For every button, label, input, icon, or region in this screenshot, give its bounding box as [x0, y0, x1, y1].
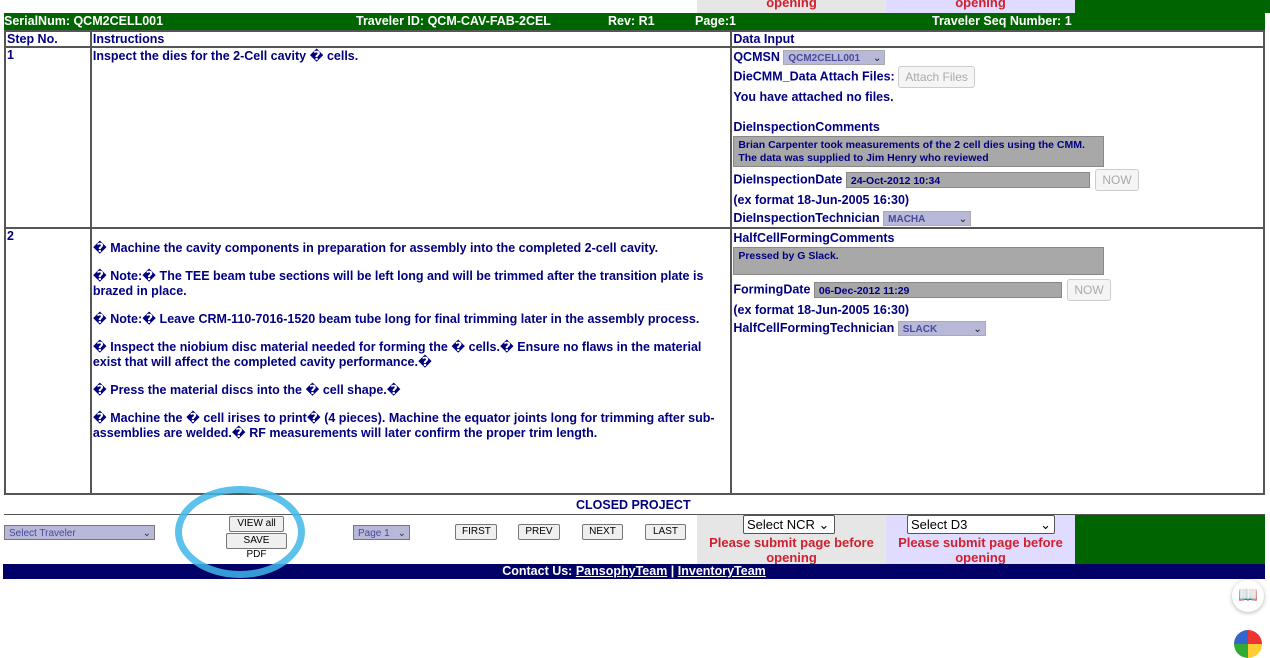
annotation-circle	[175, 486, 305, 578]
instruction-paragraph: � Machine the cavity components in prepa…	[92, 241, 659, 255]
footer-separator: |	[670, 564, 675, 578]
select-d3-dropdown[interactable]: Select D3 ⌄	[907, 515, 1055, 534]
col-step-no: Step No.	[4, 30, 92, 48]
last-button[interactable]: LAST	[645, 524, 686, 540]
page-number: Page:1	[695, 14, 736, 28]
select-traveler-dropdown[interactable]: Select Traveler ⌄	[4, 525, 155, 540]
instruction-paragraph: � Note:� The TEE beam tube sections will…	[92, 269, 704, 298]
instruction-paragraph: � Machine the � cell irises to print� (4…	[92, 411, 715, 440]
chevron-down-icon: ⌄	[958, 214, 968, 226]
instruction-paragraph: � Note:� Leave CRM-110-7016-1520 beam tu…	[92, 312, 700, 326]
qcmsn-label: QCMSN	[733, 50, 780, 64]
d3-panel: Select D3 ⌄ Please submit page before op…	[886, 515, 1075, 565]
forming-date-row: FormingDate 06-Dec-2012 11:29 NOW	[733, 279, 1262, 301]
d3-warning: Please submit page before opening	[898, 535, 1063, 565]
select-ncr-dropdown[interactable]: Select NCR ⌄	[743, 515, 835, 534]
halfcell-comments-label: HalfCellFormingComments	[733, 231, 895, 245]
top-green-panel	[1075, 0, 1270, 13]
page-select-label: Page 1	[358, 528, 390, 539]
die-tech-value: MACHA	[888, 214, 926, 226]
halfcell-tech-row: HalfCellFormingTechnician SLACK ⌄	[733, 319, 1262, 337]
chevron-down-icon: ⌄	[818, 517, 830, 532]
page-select[interactable]: Page 1 ⌄	[353, 525, 410, 540]
die-format-hint: (ex format 18-Jun-2005 16:30)	[733, 193, 910, 207]
closed-project-label: CLOSED PROJECT	[576, 498, 691, 512]
pansophy-team-link[interactable]: PansophyTeam	[576, 564, 667, 578]
first-button[interactable]: FIRST	[455, 524, 497, 540]
instruction-paragraph: � Press the material discs into the � ce…	[92, 383, 401, 397]
die-date-now-button[interactable]: NOW	[1095, 169, 1139, 191]
forming-date-now-button[interactable]: NOW	[1067, 279, 1111, 301]
halfcell-comments-field[interactable]: Pressed by G Slack.	[733, 247, 1105, 275]
instruction-paragraph: � Inspect the niobium disc material need…	[92, 340, 702, 369]
inventory-team-link[interactable]: InventoryTeam	[678, 564, 766, 578]
qcmsn-row: QCMSN QCM2CELL001 ⌄	[733, 48, 1262, 66]
attached-note: You have attached no files.	[733, 90, 894, 104]
revision: Rev: R1	[608, 14, 655, 28]
reader-icon[interactable]: 📖	[1232, 580, 1264, 612]
forming-date-field[interactable]: 06-Dec-2012 11:29	[813, 282, 1062, 298]
attach-row: DieCMM_Data Attach Files: Attach Files	[733, 66, 1262, 88]
top-strip: opening opening	[0, 0, 1270, 13]
top-d3-msg: opening	[955, 0, 1006, 10]
step-number: 2	[4, 227, 92, 495]
die-tech-select[interactable]: MACHA ⌄	[883, 211, 972, 227]
die-date-row: DieInspectionDate 24-Oct-2012 10:34 NOW	[733, 169, 1262, 191]
top-d3-panel: opening	[886, 0, 1075, 13]
qcmsn-value: QCM2CELL001	[788, 53, 861, 65]
top-ncr-msg: opening	[766, 0, 817, 10]
select-d3-label: Select D3	[911, 517, 968, 532]
prev-button[interactable]: PREV	[518, 524, 560, 540]
traveler-table: Step No. Instructions Data Input 1 Inspe…	[4, 30, 1265, 495]
chrome-icon[interactable]	[1234, 630, 1262, 658]
ncr-panel: Select NCR ⌄ Please submit page before o…	[697, 515, 886, 565]
select-traveler-label: Select Traveler	[9, 528, 76, 539]
attach-files-button[interactable]: Attach Files	[898, 66, 975, 88]
traveler-id: Traveler ID: QCM-CAV-FAB-2CEL	[356, 14, 551, 28]
contact-footer: Contact Us: PansophyTeam | InventoryTeam	[3, 564, 1265, 579]
step-instruction: � Machine the cavity components in prepa…	[89, 227, 733, 495]
forming-date-label: FormingDate	[733, 282, 811, 297]
attach-label: DieCMM_Data Attach Files:	[733, 69, 895, 84]
col-data-input: Data Input	[730, 30, 1265, 48]
data-input-cell: QCMSN QCM2CELL001 ⌄ DieCMM_Data Attach Fi…	[730, 46, 1265, 229]
die-date-label: DieInspectionDate	[733, 172, 843, 187]
forming-format-hint: (ex format 18-Jun-2005 16:30)	[733, 303, 910, 317]
die-tech-label: DieInspectionTechnician	[733, 211, 880, 225]
chevron-down-icon: ⌄	[872, 53, 882, 65]
table-row: 2 � Machine the cavity components in pre…	[4, 227, 1265, 495]
traveler-header: SerialNum: QCM2CELL001 Traveler ID: QCM-…	[4, 13, 1265, 30]
col-instructions: Instructions	[89, 30, 733, 48]
chevron-down-icon: ⌄	[973, 324, 982, 336]
top-ncr-panel: opening	[697, 0, 886, 13]
table-header-row: Step No. Instructions Data Input	[4, 30, 1265, 48]
chevron-down-icon: ⌄	[142, 528, 151, 539]
green-panel	[1075, 515, 1265, 564]
select-ncr-label: Select NCR	[747, 517, 815, 532]
die-comments-field[interactable]: Brian Carpenter took measurements of the…	[733, 136, 1105, 167]
step-instruction: Inspect the dies for the 2-Cell cavity �…	[89, 46, 733, 229]
die-tech-row: DieInspectionTechnician MACHA ⌄	[733, 209, 1262, 227]
chevron-down-icon: ⌄	[397, 528, 406, 539]
contact-prefix: Contact Us:	[502, 564, 573, 578]
die-date-field[interactable]: 24-Oct-2012 10:34	[845, 172, 1090, 188]
halfcell-tech-value: SLACK	[902, 324, 938, 336]
qcmsn-select[interactable]: QCM2CELL001 ⌄	[783, 50, 886, 66]
step-number: 1	[4, 46, 92, 229]
die-comments-value: Brian Carpenter took measurements of the…	[738, 139, 1085, 164]
chevron-down-icon: ⌄	[1040, 517, 1051, 532]
traveler-seq-number: Traveler Seq Number: 1	[932, 14, 1072, 28]
data-input-cell: HalfCellFormingComments Pressed by G Sla…	[730, 227, 1265, 495]
halfcell-tech-select[interactable]: SLACK ⌄	[897, 321, 986, 337]
halfcell-tech-label: HalfCellFormingTechnician	[733, 321, 895, 335]
serial-num: SerialNum: QCM2CELL001	[4, 14, 164, 28]
next-button[interactable]: NEXT	[582, 524, 623, 540]
die-comments-label: DieInspectionComments	[733, 120, 880, 134]
table-row: 1 Inspect the dies for the 2-Cell cavity…	[4, 46, 1265, 229]
halfcell-comments-value: Pressed by G Slack.	[738, 250, 839, 262]
ncr-warning: Please submit page before opening	[709, 535, 874, 565]
